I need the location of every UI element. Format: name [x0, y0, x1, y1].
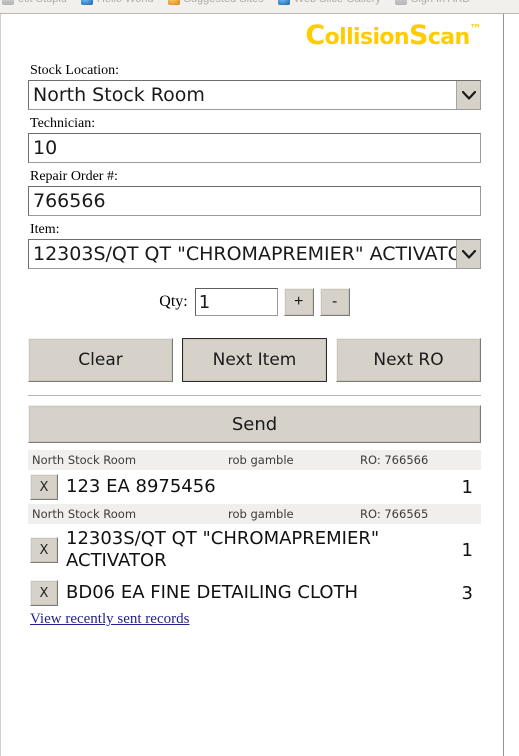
- bookmark-item[interactable]: Hello World: [80, 0, 154, 5]
- quantity-stepper: Qty: + -: [28, 288, 481, 316]
- record-location: North Stock Room: [32, 507, 137, 521]
- bookmark-label: ect Stupid: [18, 0, 67, 5]
- record-item-row: X BD06 EA FINE DETAILING CLOTH 3: [28, 576, 481, 610]
- page-content: CollisionScan™ Stock Location: North Sto…: [0, 14, 504, 756]
- browser-bookmarks-bar: ect Stupid Hello World Suggested Sites W…: [0, 0, 519, 14]
- page-right-gutter: [505, 14, 519, 756]
- qty-decrement-button[interactable]: -: [319, 288, 350, 316]
- entry-form: Stock Location: North Stock Room Technic…: [1, 62, 503, 628]
- bookmark-item[interactable]: Web Slice Gallery: [277, 0, 381, 5]
- item-select-wrap[interactable]: 12303S/QT QT "CHROMAPREMIER" ACTIVATOR: [28, 239, 481, 269]
- globe-icon: [2, 0, 14, 5]
- send-button[interactable]: Send: [28, 405, 481, 443]
- clear-button[interactable]: Clear: [28, 338, 173, 382]
- record-ro: RO: 766566: [360, 453, 429, 467]
- bookmark-label: Suggested Sites: [184, 0, 264, 5]
- record-location: North Stock Room: [32, 453, 137, 467]
- collisionscan-logo: CollisionScan™: [305, 22, 481, 49]
- records-list: North Stock Room rob gamble RO: 766566 X…: [28, 450, 481, 610]
- view-recent-records-link[interactable]: View recently sent records: [30, 611, 189, 628]
- stock-location-select-wrap[interactable]: North Stock Room: [28, 80, 481, 110]
- record-description: 123 EA 8975456: [66, 476, 216, 497]
- delete-record-button[interactable]: X: [30, 580, 58, 606]
- trademark-icon: ™: [469, 22, 482, 36]
- chevron-down-icon[interactable]: [456, 240, 480, 268]
- bookmark-label: Web Slice Gallery: [294, 0, 381, 5]
- record-description: 12303S/QT QT "CHROMAPREMIER" ACTIVATOR: [66, 528, 380, 571]
- bookmark-label: Sign In AKD: [411, 0, 470, 5]
- blue-orb-icon: [80, 0, 93, 5]
- stock-location-label: Stock Location:: [30, 63, 120, 78]
- repair-order-label: Repair Order #:: [30, 169, 118, 184]
- record-description: BD06 EA FINE DETAILING CLOTH: [66, 582, 359, 603]
- technician-input[interactable]: [28, 133, 481, 163]
- delete-record-button[interactable]: X: [30, 537, 58, 563]
- record-ro: RO: 766565: [360, 507, 429, 521]
- next-item-button[interactable]: Next Item: [182, 338, 327, 382]
- delete-record-button[interactable]: X: [30, 474, 58, 500]
- logo-part-ollision: ollision: [324, 25, 410, 50]
- logo-part-s: S: [408, 20, 428, 51]
- record-quantity: 1: [461, 539, 473, 561]
- bookmark-item[interactable]: ect Stupid: [2, 0, 67, 5]
- record-item-row: X 123 EA 8975456 1: [28, 470, 481, 504]
- record-group-header: North Stock Room rob gamble RO: 766566: [28, 450, 481, 470]
- chevron-down-icon[interactable]: [456, 81, 480, 109]
- qty-input[interactable]: [194, 288, 278, 316]
- record-technician: rob gamble: [228, 453, 294, 467]
- logo-part-c: C: [305, 20, 325, 51]
- bookmark-label: Hello World: [97, 0, 154, 5]
- bookmark-item[interactable]: Suggested Sites: [167, 0, 264, 5]
- header: CollisionScan™: [1, 14, 503, 62]
- orange-orb-icon: [167, 0, 180, 5]
- repair-order-input[interactable]: [28, 186, 481, 216]
- logo-part-can: can: [427, 25, 470, 50]
- item-label: Item:: [30, 222, 60, 237]
- signin-icon: [394, 0, 407, 5]
- item-select[interactable]: 12303S/QT QT "CHROMAPREMIER" ACTIVATOR: [28, 239, 481, 269]
- divider: [28, 395, 481, 396]
- next-ro-button[interactable]: Next RO: [336, 338, 481, 382]
- stock-location-select[interactable]: North Stock Room: [28, 80, 481, 110]
- record-technician: rob gamble: [228, 507, 294, 521]
- record-quantity: 1: [461, 476, 473, 498]
- qty-increment-button[interactable]: +: [283, 288, 314, 316]
- bookmark-item[interactable]: Sign In AKD: [394, 0, 470, 5]
- blue-orb-icon: [277, 0, 290, 5]
- technician-label: Technician:: [30, 116, 96, 131]
- record-group-header: North Stock Room rob gamble RO: 766565: [28, 504, 481, 524]
- bookmark-strip: ect Stupid Hello World Suggested Sites W…: [0, 0, 470, 5]
- qty-label: Qty:: [159, 293, 188, 310]
- record-quantity: 3: [461, 582, 473, 604]
- record-item-row: X 12303S/QT QT "CHROMAPREMIER" ACTIVATOR…: [28, 524, 481, 576]
- action-button-row: Clear Next Item Next RO: [28, 338, 481, 382]
